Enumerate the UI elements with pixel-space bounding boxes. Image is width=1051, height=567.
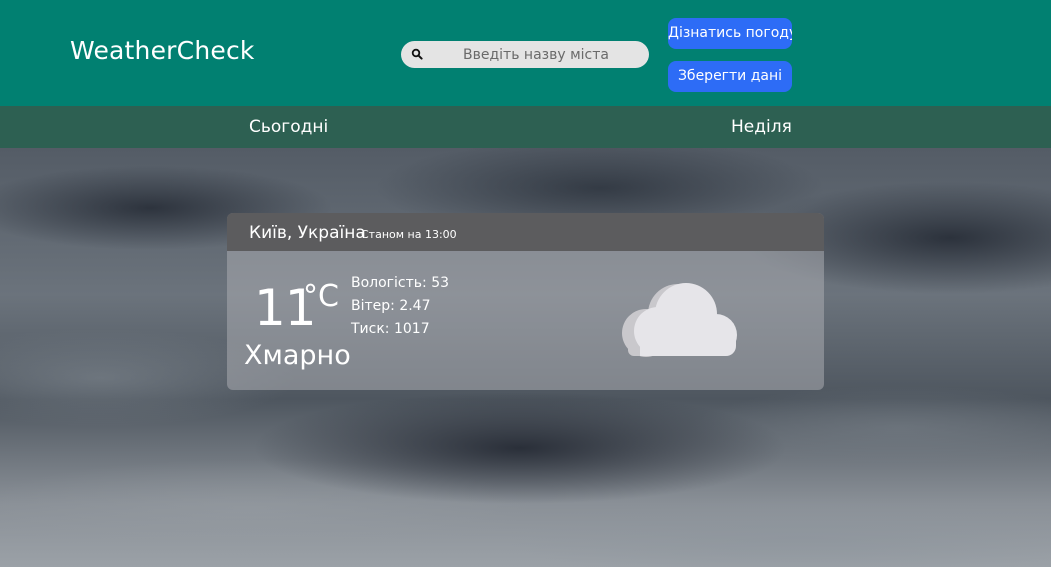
cloud-icon bbox=[622, 283, 737, 357]
tab-today[interactable]: Сьогодні bbox=[249, 117, 328, 137]
wind-value: Вітер: 2.47 bbox=[351, 298, 431, 314]
pressure-value: Тиск: 1017 bbox=[351, 321, 430, 337]
day-tabs-bar: Сьогодні Неділя bbox=[0, 106, 1051, 148]
as-of-time: Станом на 13:00 bbox=[361, 228, 457, 241]
app-logo: WeatherCheck bbox=[70, 36, 255, 65]
temperature-unit: °C bbox=[303, 279, 339, 314]
save-data-button[interactable]: Зберегти дані bbox=[668, 61, 792, 92]
city-name: Київ, Україна bbox=[249, 223, 366, 243]
weather-description: Хмарно bbox=[244, 340, 351, 371]
humidity-value: Вологість: 53 bbox=[351, 275, 450, 291]
weather-card-header: Київ, Україна Станом на 13:00 bbox=[227, 213, 824, 251]
search-box[interactable] bbox=[401, 41, 649, 68]
city-search-input[interactable] bbox=[431, 41, 641, 68]
weather-card: Київ, Україна Станом на 13:00 11 °C Хмар… bbox=[227, 213, 824, 390]
get-weather-button[interactable]: Дізнатись погоду bbox=[668, 18, 792, 49]
tab-sunday[interactable]: Неділя bbox=[731, 117, 792, 137]
search-icon bbox=[411, 48, 423, 60]
header-bar: WeatherCheck Дізнатись погоду Зберегти д… bbox=[0, 0, 1051, 106]
